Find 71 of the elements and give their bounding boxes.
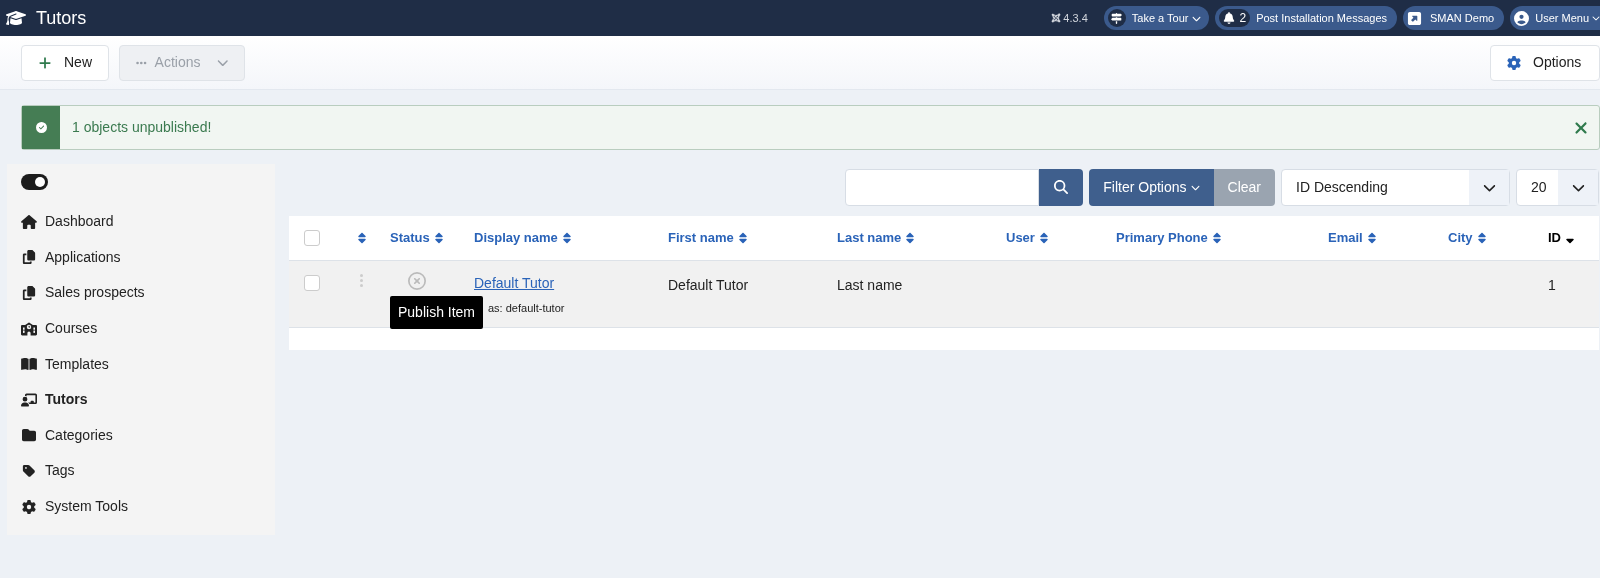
tag-icon	[21, 463, 37, 478]
graduation-cap-icon	[6, 8, 26, 28]
sidebar-item[interactable]: System Tools	[21, 488, 275, 525]
column-header[interactable]: Status	[390, 228, 474, 248]
sidebar-item[interactable]: Templates	[21, 346, 275, 382]
sort-icon	[1037, 232, 1050, 244]
external-link-icon	[1407, 10, 1422, 26]
sort-icon[interactable]	[356, 232, 368, 244]
sidebar-toggle[interactable]	[21, 174, 48, 190]
sort-icon	[560, 232, 573, 244]
gear-icon	[21, 499, 37, 514]
chevron-icon	[1592, 14, 1600, 22]
page-title: Tutors	[36, 6, 87, 30]
sort-icon	[432, 232, 445, 244]
notification-badge: 2	[1219, 9, 1251, 27]
search-field[interactable]	[845, 168, 1040, 206]
settings-icon	[1507, 55, 1521, 70]
plus-icon	[38, 55, 52, 70]
sidebar-item[interactable]: Sales prospects	[21, 275, 275, 311]
sidebar-item[interactable]: Courses	[21, 310, 275, 347]
messages-button[interactable]: 2 Post Installation Messages	[1215, 6, 1397, 30]
table-cell-text: Default Tutor	[668, 276, 750, 295]
column-header[interactable]: Display name	[474, 228, 668, 248]
alias-text: as: default-tutor	[487, 301, 566, 316]
unpublished-icon[interactable]	[408, 272, 426, 290]
ordering-select[interactable]: ID Descending	[1281, 168, 1510, 206]
row-checkbox[interactable]	[304, 275, 320, 291]
version-text: 4.3.4	[1063, 10, 1088, 26]
sidebar-item[interactable]: Tags	[21, 453, 275, 489]
alert-message: 1 objects unpublished!	[72, 118, 213, 137]
select-all-checkbox[interactable]	[304, 230, 320, 246]
display-name-link[interactable]: Default Tutor	[474, 273, 555, 294]
table-cell-text: Last name	[837, 276, 904, 295]
folder-icon	[21, 428, 37, 443]
bell-icon	[1223, 12, 1236, 24]
column-header[interactable]: First name	[668, 228, 837, 248]
sort-icon	[736, 232, 749, 244]
column-header[interactable]: Email	[1328, 228, 1448, 248]
tooltip: Publish Item	[390, 296, 484, 329]
home-icon	[21, 214, 37, 229]
options-button[interactable]: Options	[1490, 44, 1600, 81]
user-icon	[1514, 10, 1530, 26]
school-icon	[21, 321, 37, 336]
documents-icon	[21, 286, 37, 300]
limit-select[interactable]: 20	[1516, 168, 1599, 206]
tour-button[interactable]: Take a Tour	[1103, 6, 1210, 30]
teacher-icon	[21, 392, 37, 407]
signpost-icon	[1111, 12, 1123, 24]
column-header[interactable]: Primary Phone	[1116, 228, 1328, 248]
sort-icon	[1210, 232, 1223, 244]
search-button[interactable]	[1039, 168, 1084, 206]
sort-icon	[1475, 232, 1488, 244]
joomla-icon	[1051, 13, 1062, 23]
table-cell-text: 1	[1548, 276, 1557, 295]
user-menu-button[interactable]: User Menu	[1510, 6, 1600, 30]
sort-icon	[904, 232, 917, 244]
new-button[interactable]: New	[21, 44, 109, 81]
sort-icon	[1365, 232, 1378, 244]
book-icon	[21, 357, 37, 372]
filter-options-button[interactable]: Filter Options	[1089, 168, 1214, 206]
site-button[interactable]: SMAN Demo	[1403, 6, 1505, 30]
sidebar-item[interactable]: Tutors	[21, 381, 275, 418]
sidebar-item[interactable]: Categories	[21, 417, 275, 454]
sidebar-item[interactable]: Applications	[21, 239, 275, 276]
column-header[interactable]: Last name	[837, 228, 1006, 248]
documents-icon	[21, 250, 37, 265]
column-header[interactable]: City	[1448, 228, 1548, 248]
search-icon	[1054, 180, 1069, 194]
sidebar-item[interactable]: Dashboard	[21, 204, 275, 240]
column-header[interactable]: User	[1006, 228, 1116, 248]
column-header[interactable]: ID	[1548, 228, 1599, 248]
